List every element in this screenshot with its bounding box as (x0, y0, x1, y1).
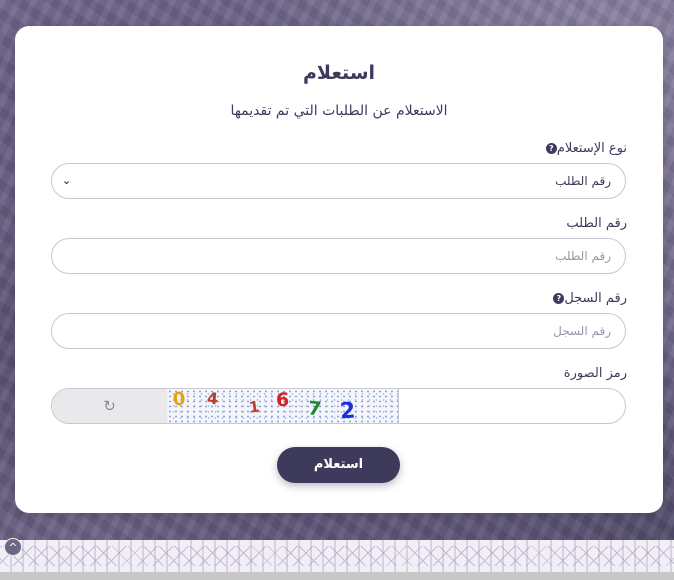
record-number-label-text: رقم السجل (564, 291, 627, 306)
captcha-digit-1: 4 (206, 389, 218, 408)
inquiry-type-selected: رقم الطلب (555, 174, 611, 188)
footer-bar (0, 572, 674, 580)
captcha-digit-2: 1 (248, 397, 261, 416)
request-number-input[interactable]: رقم الطلب (51, 238, 626, 274)
record-number-label: رقم السجل? (550, 291, 627, 306)
inquiry-type-label: نوع الإستعلام? (543, 141, 627, 156)
chevron-down-icon: ⌄ (62, 174, 72, 187)
captcha-image: 0 4 1 6 7 2 (167, 389, 399, 423)
question-circle-icon[interactable]: ? (545, 143, 557, 154)
inquiry-type-select[interactable]: رقم الطلب ⌄ (51, 163, 626, 199)
submit-button[interactable]: استعلام (277, 447, 400, 483)
request-number-placeholder: رقم الطلب (555, 249, 611, 263)
captcha-digit-4: 7 (307, 397, 322, 420)
refresh-icon[interactable]: ↻ (52, 389, 167, 423)
captcha-digit-0: 0 (172, 389, 187, 411)
scroll-to-top-icon[interactable]: ^ (4, 538, 22, 556)
page-subtitle: الاستعلام عن الطلبات التي تم تقديمها (230, 103, 448, 119)
decorative-footer-pattern (0, 540, 674, 572)
captcha-digit-3: 6 (276, 389, 289, 411)
inquiry-type-label-text: نوع الإستعلام (556, 141, 627, 156)
captcha-digit-5: 2 (339, 398, 356, 423)
captcha-label: رمز الصورة (563, 366, 627, 381)
captcha-digits: 0 4 1 6 7 2 (172, 389, 356, 423)
question-circle-icon[interactable]: ? (553, 293, 565, 304)
request-number-label: رقم الطلب (566, 216, 627, 231)
page-title: استعلام (302, 62, 376, 84)
captcha-field[interactable]: ↻ 0 4 1 6 7 2 (51, 388, 626, 424)
record-number-placeholder: رقم السجل (553, 324, 611, 338)
record-number-input[interactable]: رقم السجل (51, 313, 626, 349)
inquiry-card: استعلام الاستعلام عن الطلبات التي تم تقد… (15, 26, 663, 513)
